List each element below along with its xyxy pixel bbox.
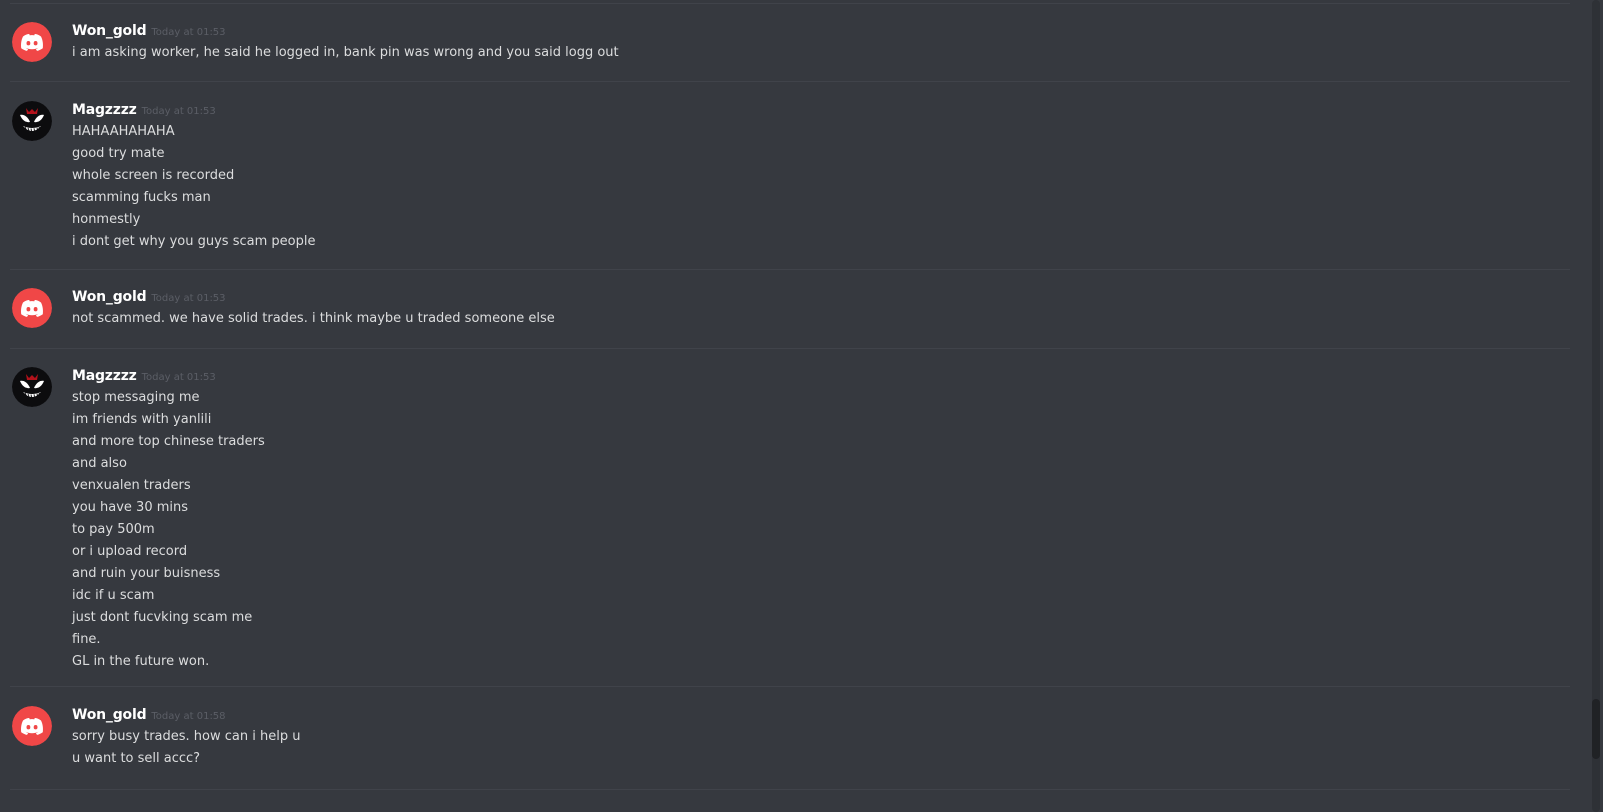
message-line: scamming fucks man [72,190,211,205]
message-line: you have 30 mins [72,500,189,515]
message-line: and ruin your buisness [72,566,221,581]
message-line: venxualen traders [72,478,191,493]
discord-logo-icon[interactable] [12,706,52,746]
timestamp: Today at 01:53 [141,372,216,383]
message-line: HAHAAHAHAHA [72,124,175,139]
username[interactable]: Won_gold [72,23,147,39]
message-line: just dont fucvking scam me [72,610,253,625]
message-line: sorry busy trades. how can i help u [72,729,301,744]
timestamp: Today at 01:53 [151,293,226,304]
message-line: and more top chinese traders [72,434,265,449]
message-line: not scammed. we have solid trades. i thi… [72,311,555,326]
message-body: i am asking worker, he said he logged in… [72,42,619,64]
message-line: i am asking worker, he said he logged in… [72,45,619,60]
message-divider [10,81,1570,82]
scrollbar-thumb[interactable] [1592,699,1600,759]
username[interactable]: Magzzzz [72,368,137,384]
message-body: HAHAAHAHAHA good try mate whole screen is … [72,121,315,253]
message-divider [10,3,1570,4]
chat-viewport: Won_gold Today at 01:53 i am asking worker… [0,0,1603,812]
message-header: Magzzzz Today at 01:53 [72,365,216,387]
message-line: stop messaging me [72,390,200,405]
message-line: i dont get why you guys scam people [72,234,316,249]
message-line: whole screen is recorded [72,168,235,183]
message-line: GL in the future won. [72,654,210,669]
message-line: idc if u scam [72,588,155,603]
timestamp: Today at 01:53 [141,106,216,117]
message-header: Won_gold Today at 01:53 [72,286,226,308]
message-line: honmestly [72,212,141,227]
message-line: good try mate [72,146,165,161]
message-divider [10,348,1570,349]
username[interactable]: Won_gold [72,707,147,723]
discord-logo-icon[interactable] [12,22,52,62]
message-line: or i upload record [72,544,188,559]
message-divider [10,789,1570,790]
timestamp: Today at 01:58 [151,711,226,722]
scrollbar-track[interactable] [1592,0,1600,812]
message-line: u want to sell accc? [72,751,201,766]
venom-face-icon[interactable] [12,367,52,407]
username[interactable]: Magzzzz [72,102,137,118]
discord-logo-icon[interactable] [12,288,52,328]
message-header: Won_gold Today at 01:58 [72,704,226,726]
message-line: im friends with yanlili [72,412,212,427]
message-line: and also [72,456,127,471]
message-line: to pay 500m [72,522,155,537]
message-header: Won_gold Today at 01:53 [72,20,226,42]
message-body: sorry busy trades. how can i help u u wan… [72,726,300,770]
message-body: stop messaging me im friends with yanlili… [72,387,265,673]
message-body: not scammed. we have solid trades. i thi… [72,308,555,330]
username[interactable]: Won_gold [72,289,147,305]
message-line: fine. [72,632,101,647]
venom-face-icon[interactable] [12,101,52,141]
message-divider [10,686,1570,687]
timestamp: Today at 01:53 [151,27,226,38]
message-header: Magzzzz Today at 01:53 [72,99,216,121]
message-divider [10,269,1570,270]
message-list: Won_gold Today at 01:53 i am asking worker… [0,0,1575,812]
